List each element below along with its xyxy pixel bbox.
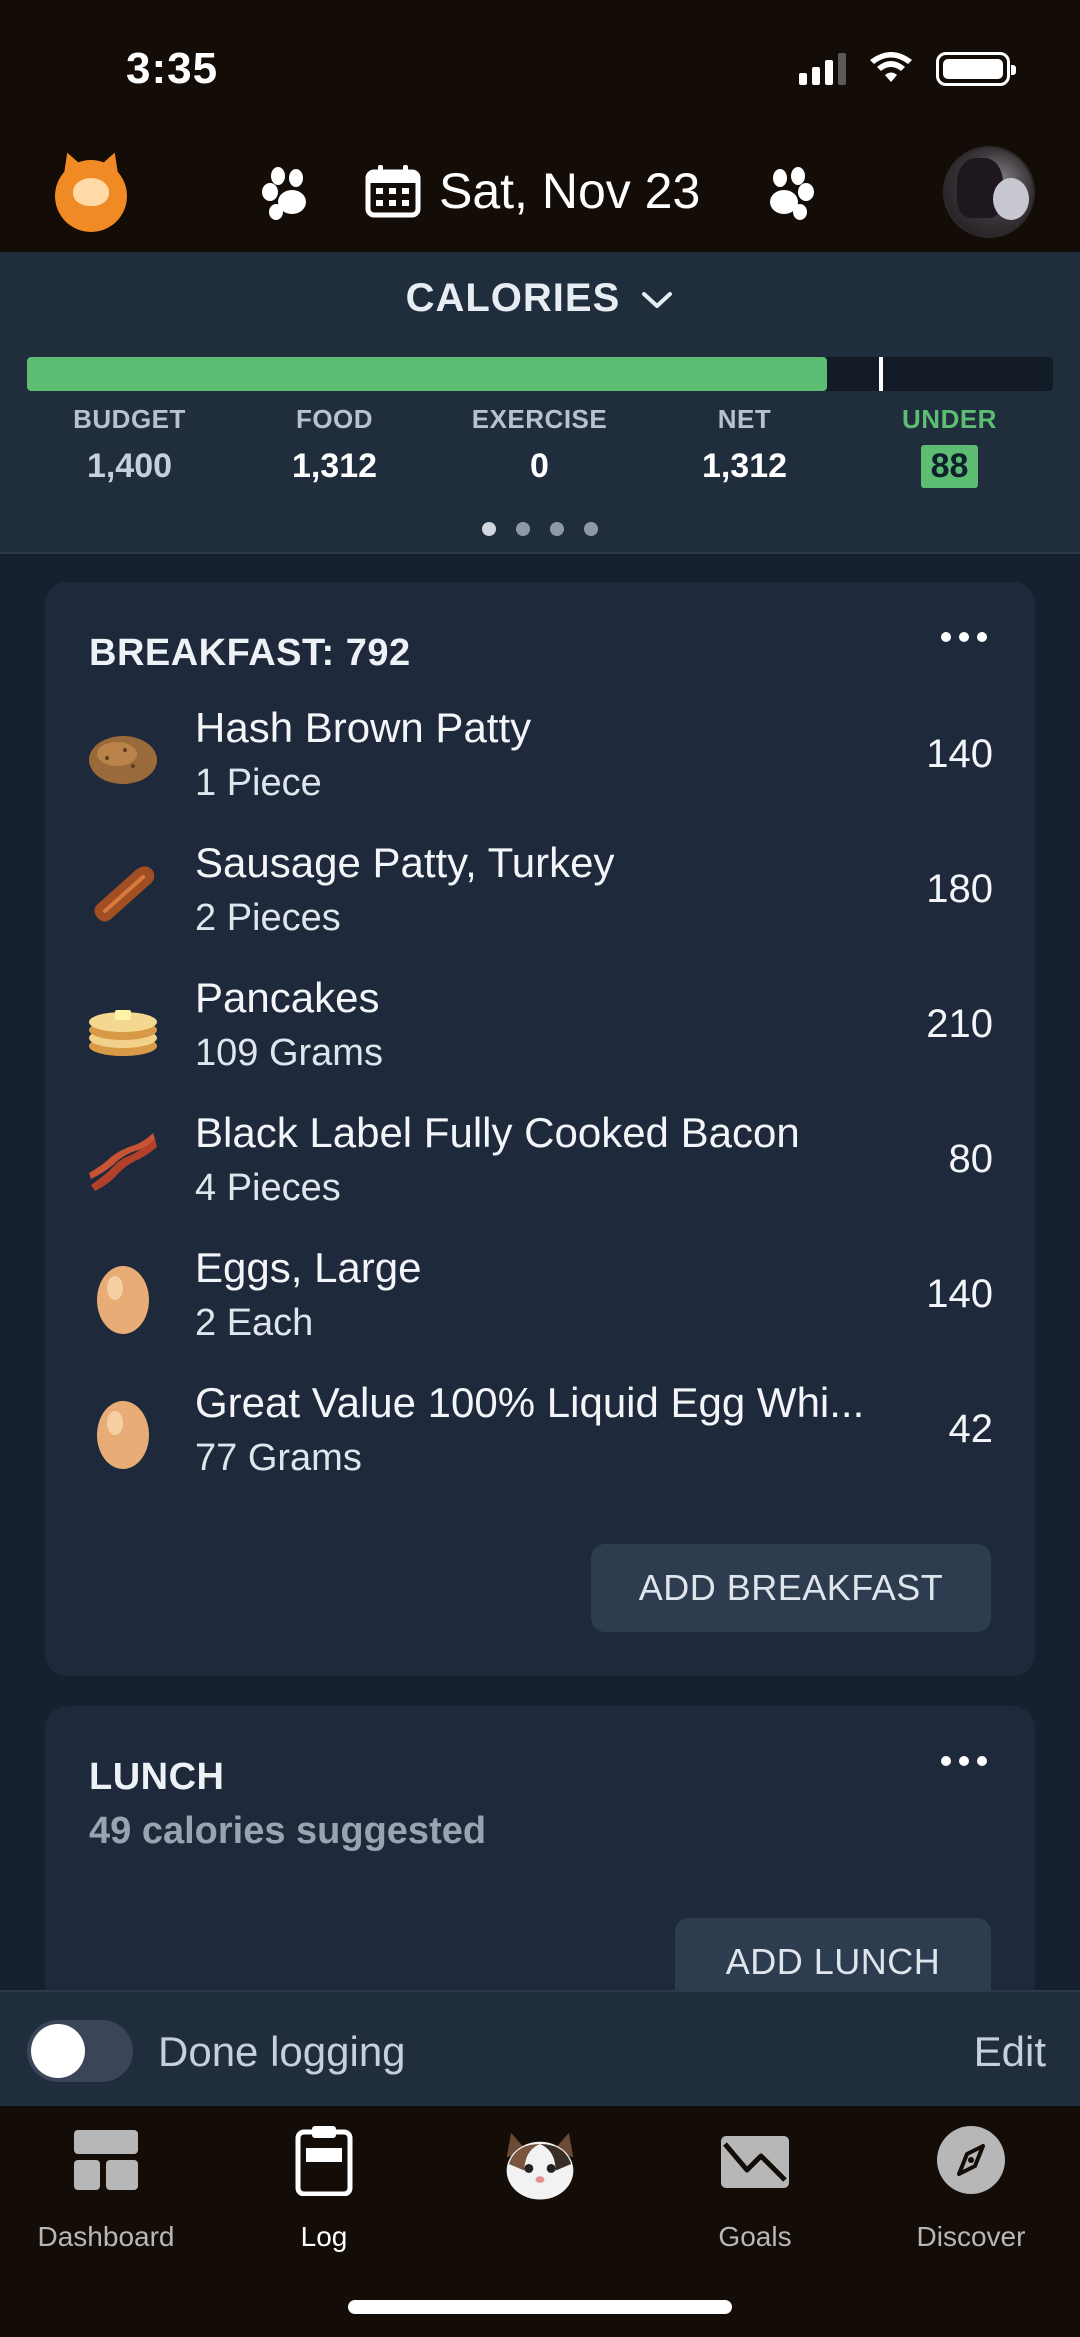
top-bar: 3:35 Sat, Nov 23 <box>0 0 1080 252</box>
calories-title: CALORIES <box>405 276 621 320</box>
lunch-title: LUNCH <box>89 1756 225 1798</box>
potato-icon <box>89 736 157 784</box>
tab-discover[interactable]: Discover <box>871 2124 1071 2253</box>
lunch-more-icon[interactable] <box>941 1756 987 1766</box>
status-icons <box>799 52 1016 86</box>
goals-icon <box>721 2136 789 2188</box>
status-time: 3:35 <box>126 44 219 93</box>
done-logging-toggle[interactable] <box>27 2020 133 2082</box>
pancakes-icon <box>89 1010 157 1056</box>
sausage-icon <box>94 866 155 922</box>
tab-goals[interactable]: Goals <box>655 2124 855 2253</box>
profile-avatar[interactable] <box>943 146 1035 238</box>
previous-day-paw-icon[interactable] <box>258 166 316 224</box>
food-item[interactable]: Eggs, Large 2 Each 140 <box>45 1230 1035 1364</box>
food-item[interactable]: Sausage Patty, Turkey 2 Pieces 180 <box>45 825 1035 959</box>
calorie-progress-bar <box>27 357 1053 391</box>
done-logging-label: Done logging <box>158 2028 406 2075</box>
compass-icon <box>937 2126 1005 2194</box>
breakfast-title: BREAKFAST: 792 <box>89 632 411 674</box>
header: Sat, Nov 23 <box>0 138 1080 244</box>
edit-button[interactable]: Edit <box>974 2028 1046 2076</box>
stat-food: FOOD 1,312 <box>291 404 378 485</box>
date-selector[interactable]: Sat, Nov 23 <box>365 162 700 220</box>
lunch-card: LUNCH 49 calories suggested ADD LUNCH <box>45 1706 1035 2006</box>
breakfast-card: BREAKFAST: 792 Hash Brown Patty 1 Piece … <box>45 582 1035 1676</box>
food-item[interactable]: Great Value 100% Liquid Egg Whi... 77 Gr… <box>45 1365 1035 1499</box>
log-icon <box>295 2126 353 2197</box>
battery-icon <box>936 52 1016 86</box>
chevron-down-icon <box>642 292 673 309</box>
progress-fill <box>27 357 828 391</box>
egg-icon <box>97 1401 149 1469</box>
egg-icon <box>97 1266 149 1334</box>
done-logging-bar: Done logging Edit <box>0 1990 1080 2106</box>
stat-budget: BUDGET 1,400 <box>73 404 186 485</box>
stat-under: UNDER 88 <box>847 404 1052 488</box>
cell-signal-icon <box>799 53 846 85</box>
calorie-summary[interactable]: CALORIES BUDGET 1,400 FOOD 1,312 EXERCIS… <box>0 252 1080 554</box>
page-dot[interactable] <box>482 522 496 536</box>
tab-log[interactable]: Log <box>224 2124 424 2253</box>
tab-mascot[interactable] <box>440 2124 640 2229</box>
wifi-icon <box>870 52 912 82</box>
page-dot[interactable] <box>584 522 598 536</box>
calendar-icon <box>365 165 421 218</box>
bacon-icon <box>89 1133 157 1191</box>
page-indicator[interactable] <box>0 522 1080 536</box>
food-item[interactable]: Pancakes 109 Grams 210 <box>45 960 1035 1094</box>
breakfast-more-icon[interactable] <box>941 632 987 642</box>
date-label: Sat, Nov 23 <box>439 163 701 219</box>
home-indicator <box>348 2300 732 2314</box>
app-logo-icon[interactable] <box>55 160 127 232</box>
lunch-suggestion: 49 calories suggested <box>89 1810 487 1852</box>
dashboard-icon <box>74 2130 138 2190</box>
stat-net: NET 1,312 <box>701 404 788 485</box>
under-badge: 88 <box>920 445 979 488</box>
next-day-paw-icon[interactable] <box>760 166 818 224</box>
calorie-stats: BUDGET 1,400 FOOD 1,312 EXERCISE 0 NET 1… <box>0 404 1080 488</box>
page-dot[interactable] <box>516 522 530 536</box>
tab-dashboard[interactable]: Dashboard <box>6 2124 206 2253</box>
add-breakfast-button[interactable]: ADD BREAKFAST <box>591 1544 991 1632</box>
page-dot[interactable] <box>550 522 564 536</box>
calories-dropdown[interactable]: CALORIES <box>0 276 1080 321</box>
cat-mascot-icon <box>506 2132 574 2200</box>
food-item[interactable]: Black Label Fully Cooked Bacon 4 Pieces … <box>45 1095 1035 1229</box>
stat-exercise: EXERCISE 0 <box>471 404 608 485</box>
budget-marker <box>879 357 883 391</box>
food-item[interactable]: Hash Brown Patty 1 Piece 140 <box>45 690 1035 824</box>
